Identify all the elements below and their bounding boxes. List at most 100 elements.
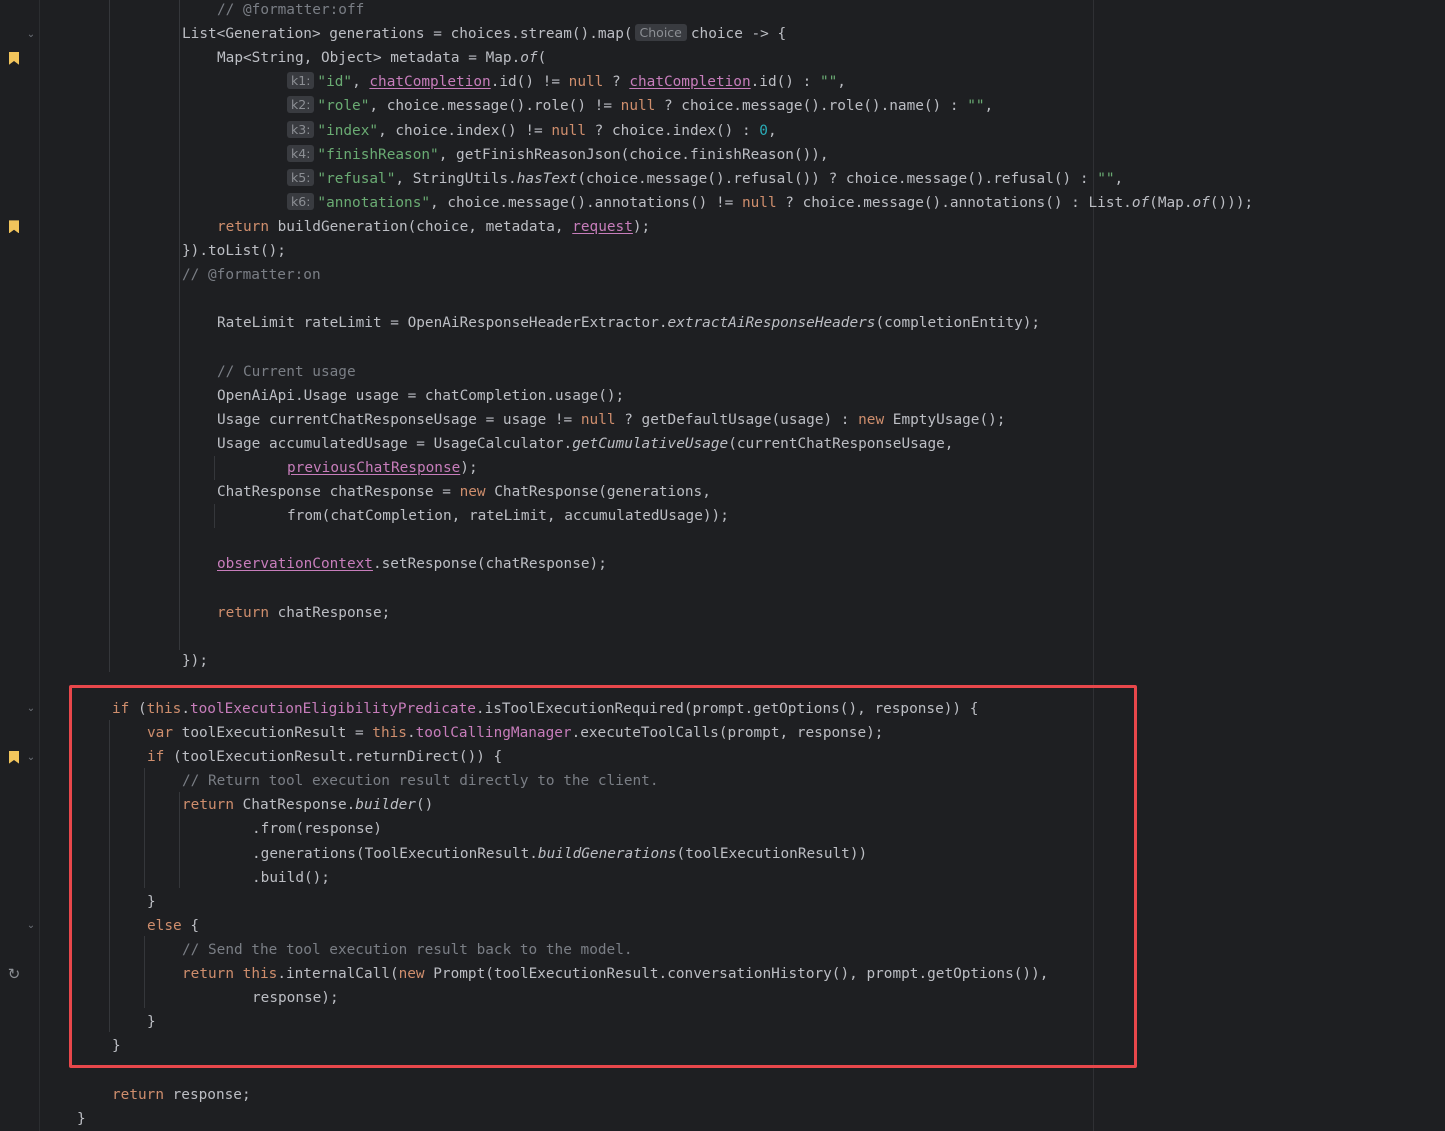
- fold-chevron-icon[interactable]: ⌄: [19, 914, 43, 938]
- code-line[interactable]: // Current usage: [217, 360, 356, 384]
- code-token: null: [568, 74, 604, 91]
- code-token: "": [1097, 170, 1115, 187]
- code-token: "": [819, 74, 838, 91]
- code-token: ? getDefaultUsage(usage) :: [615, 411, 859, 428]
- code-editor[interactable]: // @formatter:off List<Generation> genera…: [0, 0, 1445, 1131]
- code-token: "finishReason": [317, 146, 439, 163]
- code-line[interactable]: observationContext.setResponse(chatRespo…: [217, 552, 607, 576]
- code-line[interactable]: ChatResponse chatResponse = new ChatResp…: [217, 480, 711, 504]
- code-line[interactable]: k3: "index", choice.index() != null ? cho…: [287, 119, 777, 143]
- code-token: .isToolExecutionRequired(prompt.getOptio…: [475, 700, 979, 717]
- code-token: this: [146, 700, 182, 717]
- code-token: var: [147, 725, 173, 741]
- code-line[interactable]: .generations(ToolExecutionResult.buildGe…: [252, 842, 867, 866]
- code-token: ,: [352, 74, 370, 91]
- code-line[interactable]: return buildGeneration(choice, metadata,…: [217, 215, 650, 239]
- code-comment: // Return tool execution result directly…: [182, 773, 659, 790]
- code-token: toolCallingManager: [415, 725, 572, 741]
- code-line[interactable]: k6: "annotations", choice.message().annot…: [287, 191, 1253, 215]
- code-token: extractAiResponseHeaders: [667, 315, 876, 332]
- code-token: request: [572, 218, 633, 235]
- code-line[interactable]: // Return tool execution result directly…: [182, 769, 659, 793]
- code-line[interactable]: Usage accumulatedUsage = UsageCalculator…: [217, 432, 953, 456]
- recursive-call-icon[interactable]: ↻: [2, 962, 26, 986]
- code-token: chatResponse;: [268, 604, 391, 621]
- code-line[interactable]: Map<String, Object> metadata = Map.of(: [217, 46, 546, 70]
- chevron-down-glyph: ⌄: [26, 751, 36, 763]
- code-token: new: [459, 484, 486, 500]
- code-token: new: [858, 411, 885, 428]
- fold-chevron-icon[interactable]: ⌄: [19, 745, 43, 769]
- code-token: , StringUtils.: [395, 170, 517, 187]
- code-line[interactable]: }: [147, 890, 156, 914]
- code-token: (toolExecutionResult.returnDirect()) {: [164, 749, 503, 766]
- code-token: .generations(ToolExecutionResult.: [252, 845, 538, 862]
- code-token: of: [1192, 194, 1210, 211]
- code-line[interactable]: return chatResponse;: [217, 601, 390, 625]
- code-token: ?: [603, 74, 630, 91]
- code-token: (): [415, 797, 434, 814]
- code-token: null: [580, 411, 616, 428]
- code-line[interactable]: OpenAiApi.Usage usage = chatCompletion.u…: [217, 384, 624, 408]
- code-token: builder: [355, 797, 416, 814]
- code-token: "id": [317, 74, 353, 91]
- code-line[interactable]: }).toList();: [182, 239, 286, 263]
- code-line[interactable]: // @formatter:off: [217, 0, 364, 22]
- code-token: .id() !=: [490, 74, 569, 91]
- code-token: EmptyUsage();: [884, 411, 1006, 428]
- code-line[interactable]: k4: "finishReason", getFinishReasonJson(c…: [287, 143, 829, 167]
- code-token: from(chatCompletion, rateLimit, accumula…: [287, 508, 729, 525]
- code-line[interactable]: if (toolExecutionResult.returnDirect()) …: [147, 745, 502, 769]
- code-line[interactable]: if (this.toolExecutionEligibilityPredica…: [112, 697, 978, 721]
- code-token: {: [181, 917, 199, 934]
- code-token: getCumulativeUsage: [572, 435, 729, 452]
- code-line[interactable]: previousChatResponse);: [287, 456, 478, 480]
- code-line[interactable]: var toolExecutionResult = this.toolCalli…: [147, 721, 883, 745]
- code-line[interactable]: Usage currentChatResponseUsage = usage !…: [217, 408, 1005, 432]
- code-token: ,: [837, 74, 846, 91]
- code-token: .setResponse(chatResponse);: [372, 556, 607, 573]
- code-line[interactable]: RateLimit rateLimit = OpenAiResponseHead…: [217, 311, 1040, 335]
- code-line[interactable]: return response;: [112, 1083, 251, 1107]
- code-token: else: [147, 917, 182, 934]
- code-token: (Map.: [1149, 194, 1193, 211]
- code-line[interactable]: response);: [252, 986, 339, 1010]
- chevron-down-glyph: ⌄: [26, 920, 36, 932]
- code-line[interactable]: List<Generation> generations = choices.s…: [182, 22, 786, 46]
- code-line[interactable]: k2: "role", choice.message().role() != nu…: [287, 94, 993, 118]
- code-token: if: [112, 700, 130, 717]
- code-line[interactable]: }: [147, 1010, 156, 1034]
- code-token: .id() :: [750, 74, 820, 91]
- code-token: buildGeneration(choice, metadata,: [268, 218, 573, 235]
- code-token: Usage currentChatResponseUsage = usage !…: [217, 411, 581, 428]
- code-line[interactable]: return ChatResponse.builder(): [182, 793, 433, 817]
- code-line[interactable]: return this.internalCall(new Prompt(tool…: [182, 962, 1048, 986]
- code-line[interactable]: from(chatCompletion, rateLimit, accumula…: [287, 504, 729, 528]
- code-token: "index": [317, 122, 379, 139]
- fold-chevron-icon[interactable]: ⌄: [19, 22, 43, 46]
- code-line[interactable]: else {: [147, 914, 199, 938]
- code-line[interactable]: k5: "refusal", StringUtils.hasText(choice…: [287, 167, 1123, 191]
- code-token: ()));: [1209, 194, 1254, 211]
- fold-chevron-icon[interactable]: ⌄: [19, 697, 43, 721]
- bookmark-icon[interactable]: [2, 215, 26, 239]
- code-token: response);: [252, 990, 339, 1007]
- code-line[interactable]: // Send the tool execution result back t…: [182, 938, 633, 962]
- code-token: , choice.message().annotations() !=: [430, 194, 742, 211]
- code-token: this: [372, 725, 407, 741]
- bookmark-icon[interactable]: [2, 46, 26, 70]
- code-token: (choice.message().refusal()) ? choice.me…: [577, 170, 1098, 187]
- code-token: ,: [984, 98, 994, 115]
- parameter-hint: k3:: [287, 120, 315, 138]
- code-line[interactable]: k1: "id", chatCompletion.id() != null ? c…: [287, 70, 846, 94]
- code-token: (: [537, 50, 547, 67]
- code-line[interactable]: .build();: [252, 866, 330, 890]
- code-token: buildGenerations: [537, 845, 677, 862]
- code-line[interactable]: // @formatter:on: [182, 263, 321, 287]
- code-line[interactable]: }: [112, 1034, 121, 1058]
- code-token: chatCompletion: [369, 74, 491, 91]
- code-line[interactable]: .from(response): [252, 817, 382, 841]
- code-line[interactable]: }: [77, 1107, 86, 1131]
- code-line[interactable]: });: [182, 649, 208, 673]
- code-token: ? choice.message().role().name() :: [655, 98, 968, 115]
